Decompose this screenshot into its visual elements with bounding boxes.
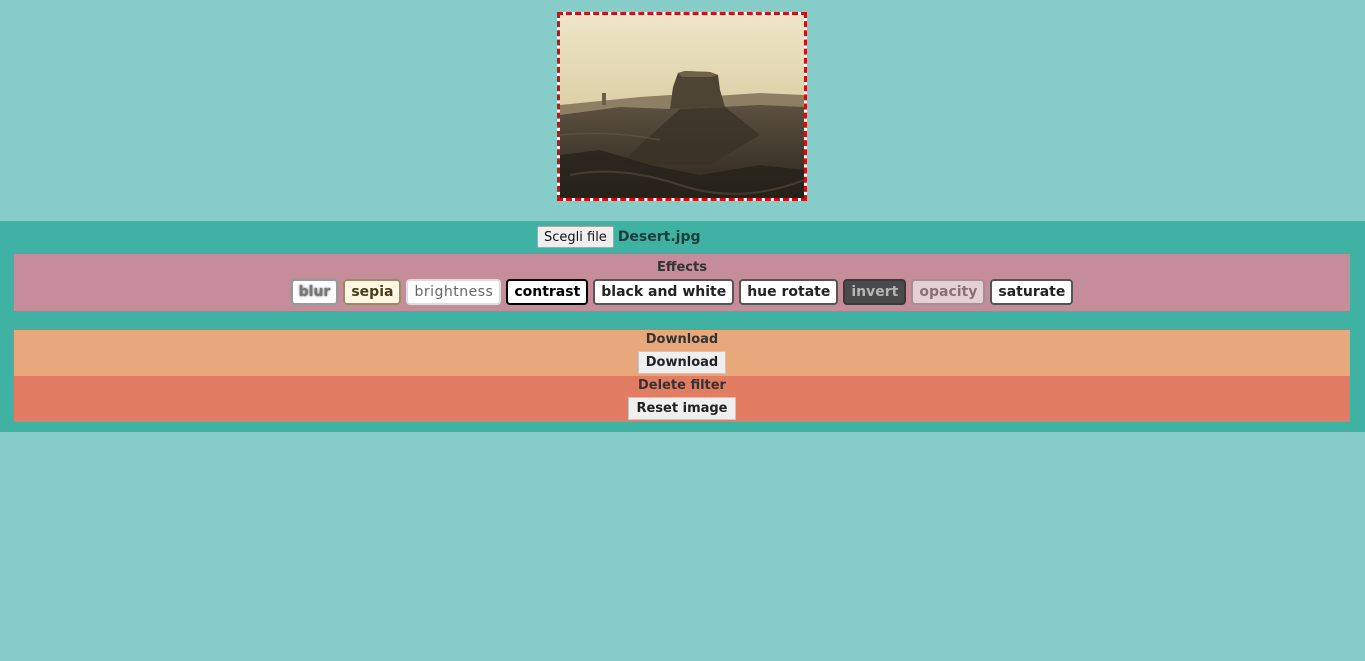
delete-filter-title: Delete filter <box>638 378 726 393</box>
effects-panel: Effects blur sepia brightness contrast b… <box>14 254 1350 311</box>
effects-button-group: blur sepia brightness contrast black and… <box>14 279 1350 305</box>
brightness-button[interactable]: brightness <box>406 279 502 305</box>
opacity-button[interactable]: opacity <box>911 279 986 305</box>
hue-rotate-button[interactable]: hue rotate <box>739 279 839 305</box>
filter-app: Scegli file Desert.jpg Effects blur sepi… <box>0 0 1365 661</box>
image-preview <box>557 12 807 201</box>
file-picker: Scegli file Desert.jpg <box>537 226 701 248</box>
choose-file-button[interactable]: Scegli file <box>537 226 614 248</box>
saturate-button[interactable]: saturate <box>990 279 1074 305</box>
blur-button[interactable]: blur <box>290 279 339 305</box>
download-title: Download <box>645 332 719 347</box>
contrast-button[interactable]: contrast <box>506 279 589 305</box>
effects-title: Effects <box>657 260 707 275</box>
invert-button[interactable]: invert <box>843 279 907 305</box>
delete-filter-panel: Delete filter Reset image <box>14 376 1350 422</box>
desert-photo <box>560 15 804 198</box>
reset-image-button[interactable]: Reset image <box>628 397 736 420</box>
download-panel: Download Download <box>14 330 1350 376</box>
controls-panel: Scegli file Desert.jpg Effects blur sepi… <box>0 221 1365 432</box>
download-button[interactable]: Download <box>637 351 727 374</box>
selected-file-name: Desert.jpg <box>617 229 701 245</box>
sepia-button[interactable]: sepia <box>343 279 402 305</box>
black-and-white-button[interactable]: black and white <box>593 279 735 305</box>
